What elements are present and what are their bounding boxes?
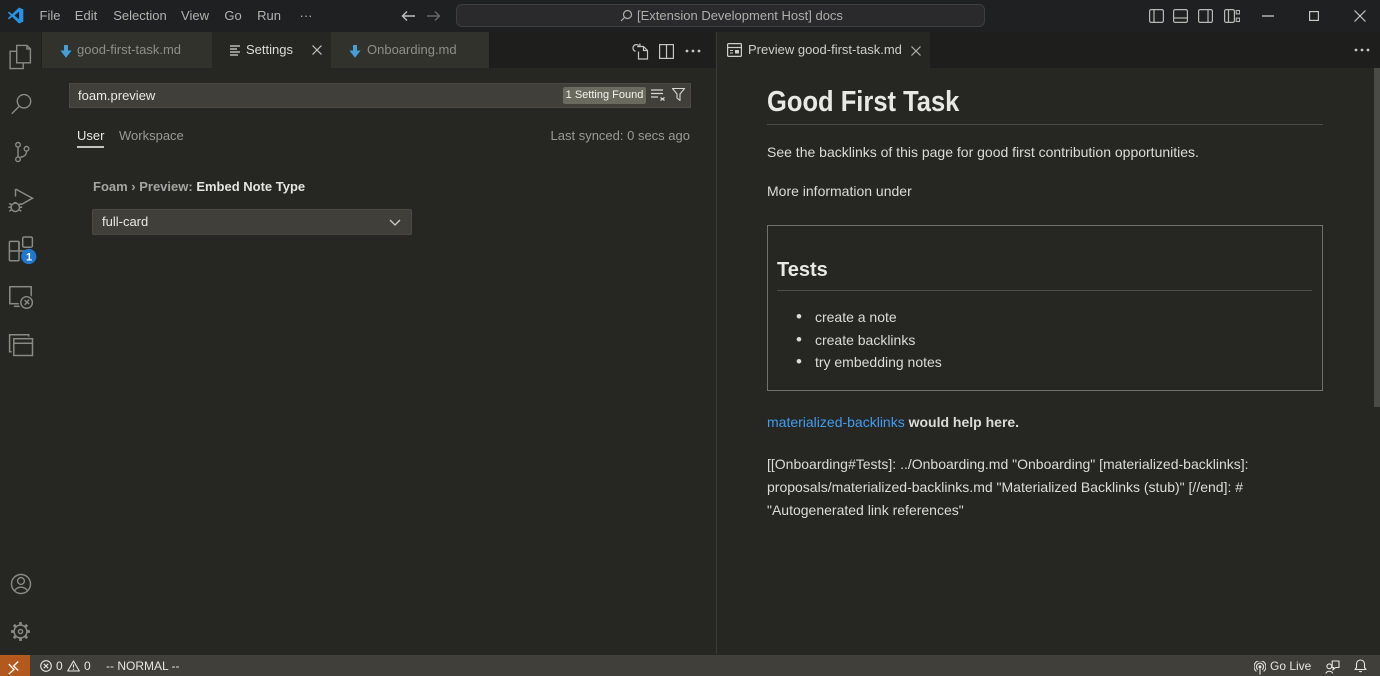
svg-text:1: 1: [26, 252, 32, 264]
